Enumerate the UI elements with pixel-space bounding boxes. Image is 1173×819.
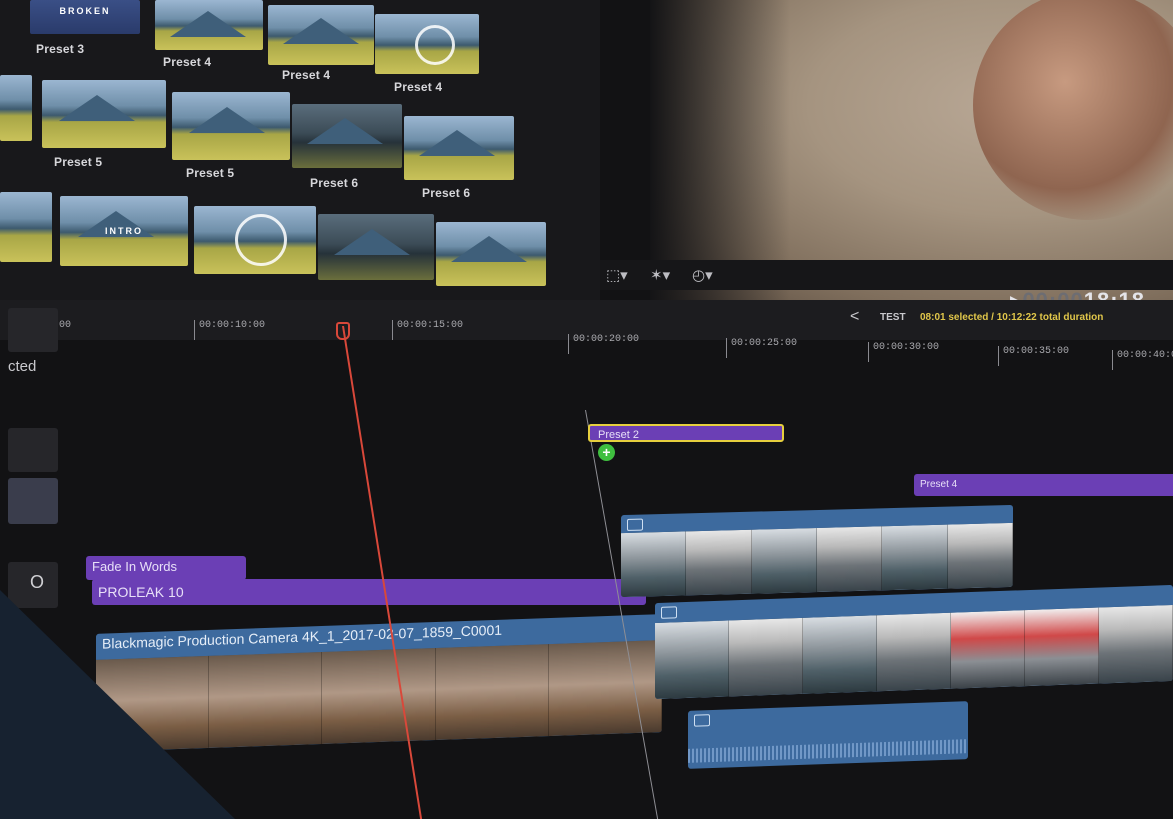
clip-badge-icon: [627, 518, 643, 531]
ruler-tick: 00:00:10:00: [194, 320, 265, 340]
preset-thumbnail[interactable]: INTRO: [60, 196, 188, 266]
preset-thumbnail[interactable]: BROKEN: [30, 0, 140, 34]
thumbnail-frame: [621, 531, 687, 598]
preset-label: Preset 6: [310, 176, 359, 190]
thumbnail-title: INTRO: [105, 226, 143, 236]
preset-thumbnail[interactable]: [0, 75, 32, 141]
rail-panel[interactable]: [8, 428, 58, 472]
mountain-graphic: [307, 118, 384, 145]
ring-graphic: [414, 24, 455, 65]
thumbnail-frame: [435, 644, 549, 741]
thumbnail-frame: [729, 617, 803, 697]
preset-thumbnail[interactable]: [375, 14, 479, 74]
thumbnail-frame: [816, 526, 883, 593]
preset-label: Preset 5: [186, 166, 235, 180]
thumbnail-frame: [951, 610, 1025, 689]
connected-video-clip[interactable]: [621, 504, 1013, 598]
preset-thumbnail[interactable]: [404, 116, 514, 180]
preset-thumbnail[interactable]: [318, 214, 434, 280]
clip-label: Preset 4: [920, 479, 958, 490]
playhead-handle[interactable]: [336, 322, 350, 340]
storyline-video-clip[interactable]: [655, 584, 1173, 700]
viewer: [650, 0, 1173, 300]
ring-graphic: [235, 214, 288, 267]
clip-badge-icon: [694, 714, 710, 727]
ruler-tick: 00:00:20:00: [568, 334, 639, 354]
thumbnail-frame: [947, 522, 1013, 589]
mountain-graphic: [59, 94, 136, 121]
clip-label: Fade In Words: [92, 559, 178, 574]
viewer-edge-shadow: [650, 0, 790, 300]
corner-overlay: [0, 590, 235, 819]
audio-clip[interactable]: [688, 701, 968, 769]
ruler-tick: 00:00:30:00: [868, 342, 939, 362]
timeline-ruler[interactable]: 00 00:00:10:00 00:00:15:00 00:00:20:00 0…: [0, 320, 1173, 370]
preset-thumbnail[interactable]: [155, 0, 263, 50]
preset-label: Preset 3: [36, 42, 85, 56]
mountain-graphic: [451, 236, 528, 263]
preset-thumbnail[interactable]: [436, 222, 546, 286]
mountain-graphic: [282, 18, 359, 45]
ruler-tick: 00:00:15:00: [392, 320, 463, 340]
rail-selected-label: cted: [8, 358, 37, 375]
audio-waveform: [688, 739, 968, 763]
thumbnail-frame: [751, 528, 817, 594]
viewer-toolbar: ⬚▾ ✶▾ ◴▾: [600, 260, 1173, 290]
playhead[interactable]: [342, 326, 423, 819]
thumbnail-frame: [803, 615, 877, 694]
preset-thumbnail[interactable]: [42, 80, 166, 148]
crop-icon[interactable]: ⬚▾: [606, 266, 628, 284]
clip-badge-icon: [661, 606, 677, 619]
filmstrip: [655, 604, 1173, 700]
thumbnail-frame: [877, 612, 951, 692]
title-clip-fade-in-words[interactable]: Fade In Words: [86, 556, 246, 580]
rail-panel: [8, 308, 58, 352]
preset-label: Preset 4: [163, 55, 212, 69]
preset-label: Preset 5: [54, 155, 103, 169]
thumbnail-frame: [882, 524, 948, 591]
speed-icon[interactable]: ◴▾: [692, 266, 713, 284]
editor-window: BROKEN Preset 3 Preset 4 Preset 4 Preset…: [0, 0, 1173, 819]
preset-label: Preset 4: [282, 68, 331, 82]
preset-thumbnail[interactable]: [172, 92, 290, 160]
viewer-frame-subject: [973, 0, 1173, 220]
thumbnail-frame: [686, 529, 752, 596]
dragged-title-clip[interactable]: Preset 2: [588, 424, 784, 442]
preset-thumbnail[interactable]: [268, 5, 374, 65]
effects-browser: BROKEN Preset 3 Preset 4 Preset 4 Preset…: [0, 0, 600, 300]
transform-icon[interactable]: ✶▾: [650, 266, 670, 284]
thumbnail-title: BROKEN: [59, 6, 111, 16]
thumbnail-frame: [548, 640, 662, 737]
title-clip-preset-4[interactable]: Preset 4: [914, 474, 1173, 496]
add-icon: +: [598, 444, 615, 461]
preset-label: Preset 4: [394, 80, 443, 94]
thumbnail-frame: [1025, 607, 1099, 687]
ruler-tick: 00:00:40:00: [1112, 350, 1173, 370]
filmstrip: [621, 522, 1013, 598]
preset-thumbnail[interactable]: [0, 192, 52, 262]
thumbnail-frame: [1099, 604, 1173, 684]
mountain-graphic: [334, 228, 411, 255]
preset-thumbnail[interactable]: [194, 206, 316, 274]
preset-thumbnail[interactable]: [292, 104, 402, 168]
thumbnail-frame: [322, 648, 436, 744]
mountain-graphic: [419, 130, 496, 157]
thumbnail-frame: [655, 620, 729, 700]
ruler-tick: 00:00:25:00: [726, 338, 797, 358]
mountain-graphic: [188, 106, 265, 133]
mountain-graphic: [170, 11, 247, 37]
rail-panel[interactable]: [8, 478, 58, 524]
ruler-tick: 00:00:35:00: [998, 346, 1069, 366]
preset-label: Preset 6: [422, 186, 471, 200]
